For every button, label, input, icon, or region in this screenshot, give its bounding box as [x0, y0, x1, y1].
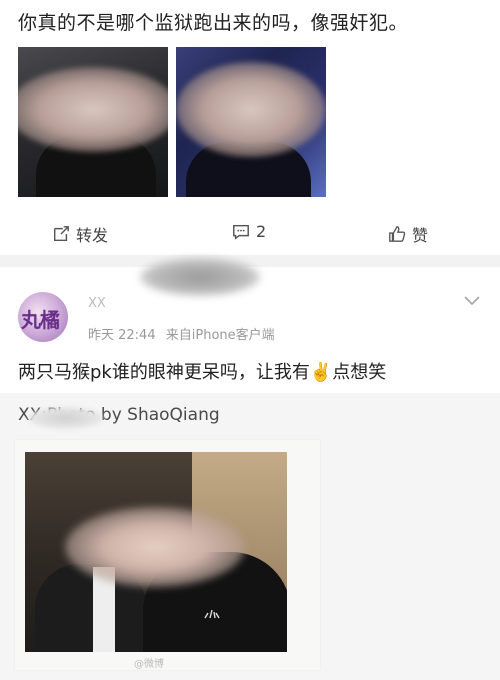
post-time: 昨天 22:44 [88, 328, 156, 343]
face-blur [18, 67, 168, 152]
like-button[interactable]: 赞 [388, 222, 428, 246]
section-divider [0, 255, 500, 267]
watermark: @微博 [134, 659, 164, 670]
comment-icon [233, 224, 249, 240]
post-image-1[interactable] [18, 47, 168, 197]
post-image-2[interactable] [176, 47, 326, 197]
repost-image[interactable] [25, 452, 287, 652]
post-action-bar: 转发 2 赞 [0, 210, 500, 254]
comment-count: 2 [256, 222, 267, 241]
post-text: 你真的不是哪个监狱跑出来的吗，像强奸犯。 [18, 12, 409, 34]
face-blur [176, 62, 326, 157]
like-label: 赞 [412, 226, 429, 245]
thumbs-up-icon [389, 226, 406, 242]
repost-label: 转发 [76, 226, 109, 245]
post-source[interactable]: 来自iPhone客户端 [166, 328, 275, 343]
comment-button[interactable]: 2 [232, 222, 266, 241]
face-blur [65, 507, 245, 587]
repost-icon [53, 226, 69, 242]
avatar[interactable]: 丸橘 [18, 292, 68, 342]
repost-button[interactable]: 转发 [52, 222, 108, 246]
post-text: 两只马猴pk谁的眼神更呆吗，让我有✌️点想笑 [18, 362, 387, 383]
credit-blur [28, 407, 103, 429]
name-blur [140, 258, 260, 296]
adidas-logo-icon [204, 609, 220, 619]
chevron-down-icon[interactable] [463, 294, 481, 308]
username[interactable]: XX [88, 296, 106, 311]
avatar-text: 丸橘 [21, 308, 60, 332]
post-meta: 昨天 22:44 来自iPhone客户端 [88, 324, 275, 343]
